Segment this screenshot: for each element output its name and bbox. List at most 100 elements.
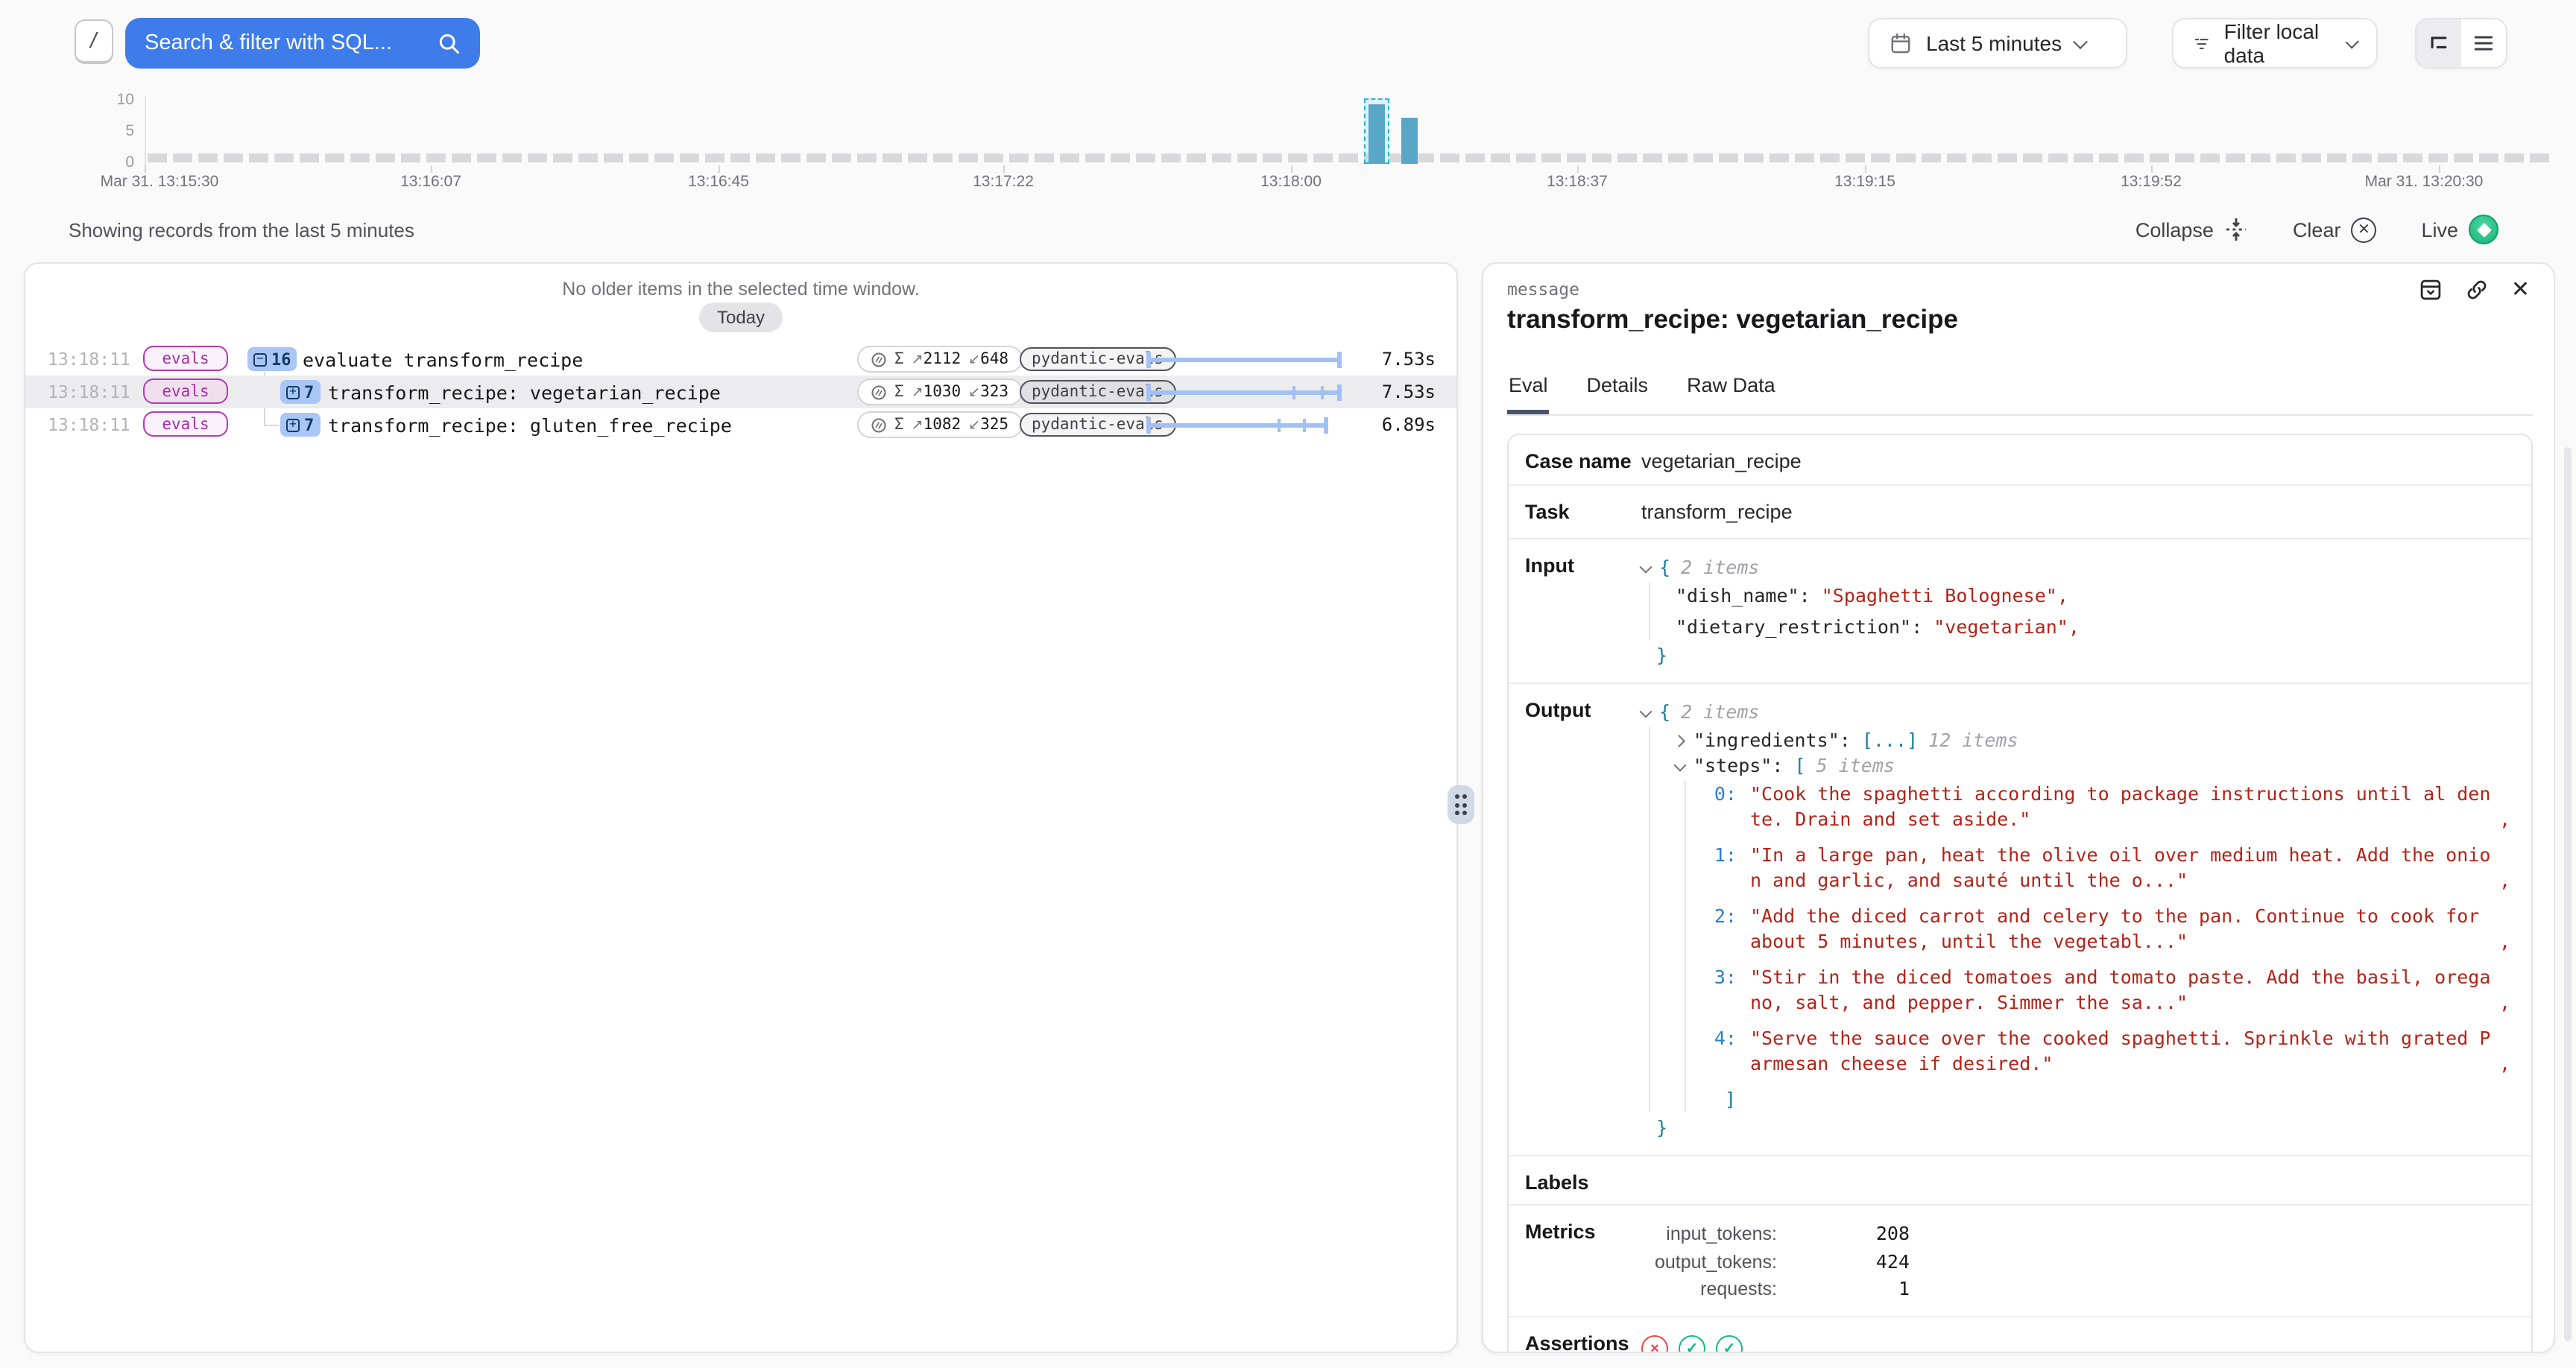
y-axis-tick: 5 [101,122,134,140]
dock-panel-icon[interactable] [2419,277,2444,303]
duration-text: 7.53s [1382,348,1436,369]
json-key: "steps" [1693,754,1772,776]
chevron-down-icon [2346,34,2359,48]
output-tokens-arrow-icon: ↙ [968,352,980,368]
table-row[interactable]: 13:18:11 evals − 16 evaluate transform_r… [25,343,1456,376]
json-value: "In a large pan, heat the olive oil over… [1750,842,2498,893]
span-name: transform_recipe: gluten_free_recipe [328,414,732,436]
trace-list-panel: No older items in the selected time wind… [24,262,1458,1353]
histogram-bar[interactable] [1401,118,1418,164]
array-index: 2: [1704,903,1737,954]
filter-local-data-dropdown[interactable]: Filter local data [2172,18,2378,69]
time-range-dropdown[interactable]: Last 5 minutes [1868,18,2127,69]
expand-children-badge[interactable]: + 7 [280,413,320,437]
live-indicator-icon [2469,215,2498,244]
child-count: 16 [271,349,291,369]
json-value: "Serve the sauce over the cooked spaghet… [1750,1025,2498,1076]
duration-bar [1146,422,1328,427]
tab-raw-data[interactable]: Raw Data [1685,374,1777,414]
metric-value: 1 [1777,1276,1910,1303]
metrics-row: Metrics input_tokens: 208 output_tokens:… [1509,1206,2531,1317]
search-icon [437,31,461,55]
minus-square-icon: − [253,352,267,366]
y-axis-tick: 10 [101,91,134,109]
x-axis-tick-mark [2439,165,2440,173]
child-count: 7 [304,415,314,434]
collapse-node-icon[interactable] [1674,759,1687,772]
input-tokens-arrow-icon: ↗ [912,352,924,368]
x-axis-label: 13:18:37 [1488,173,1667,191]
expand-node-icon[interactable] [1673,735,1685,747]
assertion-pass-icon[interactable]: ✓ [1716,1335,1743,1353]
metric-name: requests: [1641,1276,1777,1303]
steps-item: 3: "Stir in the diced tomatoes and tomat… [1704,964,2513,1015]
collapse-children-badge[interactable]: − 16 [247,347,297,371]
metric-name: input_tokens: [1641,1220,1777,1248]
metric-item: output_tokens: 424 [1641,1248,2513,1276]
list-view-button[interactable] [2461,19,2506,67]
collapsed-array[interactable]: [...] [1862,729,1918,751]
token-coin-icon [871,351,887,367]
evals-tag: evals [143,346,228,371]
token-usage-badge: Σ ↗1082 ↙325 [857,411,1022,438]
labels-label: Labels [1509,1156,1641,1204]
steps-item: 1: "In a large pan, heat the olive oil o… [1704,842,2513,893]
metric-item: requests: 1 [1641,1276,2513,1303]
evals-tag: evals [143,411,228,437]
output-tokens-arrow-icon: ↙ [968,417,980,434]
collapse-node-icon[interactable] [1640,706,1652,718]
record-kind-label: message [1507,279,1579,300]
row-timestamp: 13:18:11 [48,414,130,435]
search-label: Search & filter with SQL... [145,31,392,55]
tab-eval[interactable]: Eval [1507,374,1550,414]
x-axis-tick-mark [719,165,720,173]
detail-panel-scrollbar[interactable] [2564,447,2572,1341]
duration-bar [1146,357,1342,361]
x-axis-tick-mark [145,165,146,173]
live-toggle[interactable]: Live [2421,215,2498,244]
x-axis-tick-mark [2151,165,2153,173]
sigma-icon: Σ [894,416,904,434]
input-row: Input {2 items "dish_name": "Spaghetti B… [1509,539,2531,684]
array-index: 4: [1704,1025,1737,1076]
case-name-label: Case name [1509,435,1641,484]
tab-details[interactable]: Details [1585,374,1650,414]
collapse-button[interactable]: Collapse [2135,218,2248,241]
assertion-fail-icon[interactable]: × [1641,1335,1668,1353]
json-value: "Spaghetti Bolognese" [1822,584,2057,607]
copy-link-icon[interactable] [2465,277,2490,303]
close-icon[interactable]: ✕ [2511,279,2530,301]
table-row[interactable]: 13:18:11 evals + 7 transform_recipe: veg… [25,376,1456,408]
duration-text: 6.89s [1382,414,1436,434]
json-key: "dish_name" [1676,584,1799,607]
metrics-list: input_tokens: 208 output_tokens: 424 req… [1641,1206,2531,1316]
steps-item: 0: "Cook the spaghetti according to pack… [1704,781,2513,832]
assertions-list: × ✓ ✓ [1641,1332,2513,1353]
chevron-down-icon [2073,34,2088,48]
baseline-dashes [148,153,2552,162]
output-tokens: 648 [980,350,1008,368]
histogram-bar[interactable] [1368,104,1385,164]
row-timestamp: 13:18:11 [48,381,130,402]
output-row: Output {2 items "ingredients": [...]12 i… [1509,684,2531,1156]
collapse-node-icon[interactable] [1640,561,1652,574]
metrics-label: Metrics [1509,1206,1641,1316]
output-tokens: 323 [980,383,1008,401]
task-row: Task transform_recipe [1509,486,2531,539]
case-name-row: Case name vegetarian_recipe [1509,435,2531,486]
search-button[interactable]: Search & filter with SQL... [125,18,480,69]
output-label: Output [1509,684,1641,1155]
panel-resize-handle[interactable] [1448,785,1474,824]
tree-view-button[interactable] [2416,19,2461,67]
view-mode-toggle [2415,18,2507,69]
detail-tabs: Eval Details Raw Data [1507,374,2533,416]
metric-value: 208 [1777,1220,1910,1248]
x-axis-label: 13:16:45 [629,173,808,191]
sigma-icon: Σ [894,350,904,368]
labels-row: Labels [1509,1156,2531,1206]
span-name: evaluate transform_recipe [303,348,583,370]
clear-button[interactable]: Clear ✕ [2293,217,2377,242]
table-row[interactable]: 13:18:11 evals + 7 transform_recipe: glu… [25,408,1456,441]
assertion-pass-icon[interactable]: ✓ [1679,1335,1705,1353]
expand-children-badge[interactable]: + 7 [280,380,320,404]
